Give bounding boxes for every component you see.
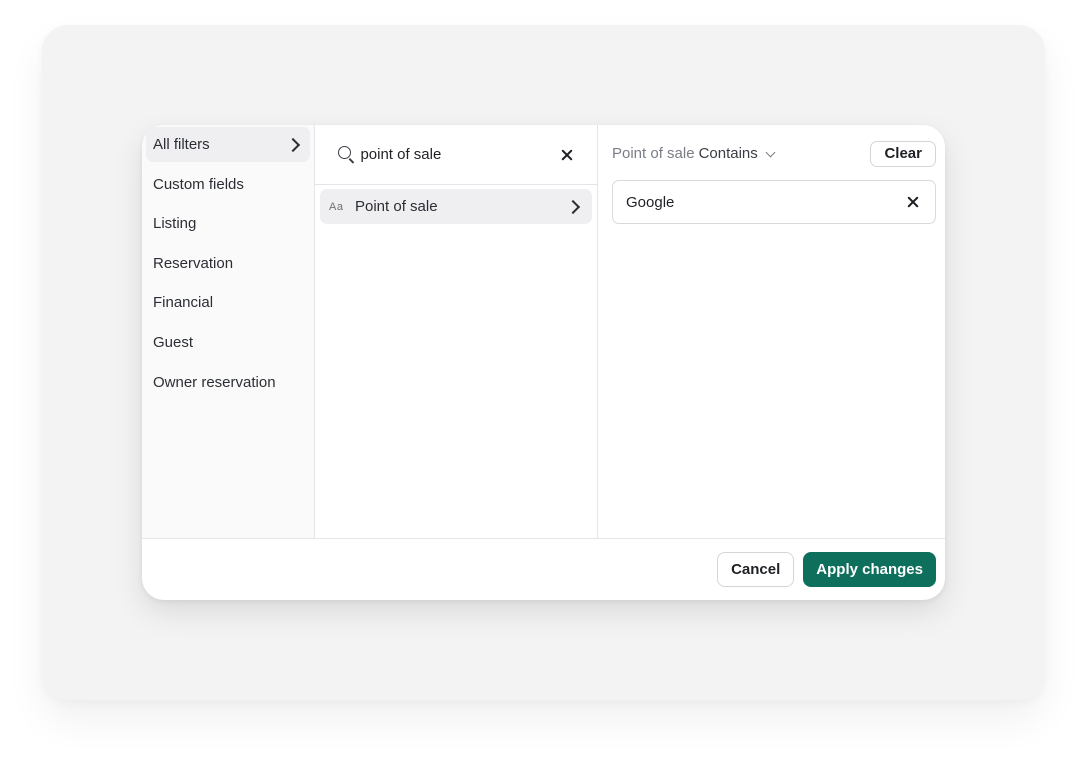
- field-list: Aa Point of sale: [315, 125, 598, 538]
- clear-button[interactable]: Clear: [870, 140, 936, 167]
- dialog-footer: Cancel Apply changes: [142, 539, 945, 600]
- apply-changes-button[interactable]: Apply changes: [803, 552, 936, 587]
- category-item-custom-fields[interactable]: Custom fields: [146, 167, 310, 202]
- close-icon[interactable]: [559, 147, 575, 163]
- chevron-right-icon: [285, 137, 301, 152]
- cancel-button[interactable]: Cancel: [717, 552, 795, 587]
- text-type-icon: Aa: [329, 200, 344, 213]
- category-item-financial[interactable]: Financial: [146, 285, 310, 320]
- chevron-right-icon: [565, 199, 581, 214]
- category-label: Listing: [153, 215, 197, 233]
- filter-columns: All filters Custom fields Listing Reserv…: [142, 125, 945, 539]
- condition-value: Google: [626, 193, 675, 211]
- category-label: Financial: [153, 294, 214, 312]
- condition-field-label: Point of sale: [612, 145, 695, 162]
- category-list: All filters Custom fields Listing Reserv…: [142, 125, 315, 538]
- field-item-point-of-sale[interactable]: Aa Point of sale: [320, 189, 592, 224]
- category-label: All filters: [153, 136, 210, 153]
- field-search-bar: [315, 125, 597, 185]
- operator-dropdown[interactable]: Contains: [699, 145, 758, 162]
- remove-value-icon[interactable]: [905, 194, 921, 210]
- condition-header: Point of sale Contains Clear: [612, 140, 936, 167]
- condition-panel: Point of sale Contains Clear Google: [598, 125, 945, 538]
- filter-dialog: All filters Custom fields Listing Reserv…: [142, 125, 945, 600]
- category-item-all-filters[interactable]: All filters: [146, 127, 310, 162]
- category-item-reservation[interactable]: Reservation: [146, 246, 310, 281]
- category-item-owner-reservation[interactable]: Owner reservation: [146, 365, 310, 400]
- category-item-listing[interactable]: Listing: [146, 206, 310, 241]
- category-label: Reservation: [153, 254, 234, 272]
- category-item-guest[interactable]: Guest: [146, 325, 310, 360]
- category-label: Custom fields: [153, 175, 244, 193]
- category-label: Guest: [153, 333, 194, 351]
- chevron-down-icon[interactable]: [765, 147, 776, 157]
- field-search-input[interactable]: [360, 146, 560, 163]
- search-icon: [337, 145, 356, 165]
- field-label: Point of sale: [355, 198, 438, 215]
- condition-value-field[interactable]: Google: [612, 180, 936, 224]
- category-label: Owner reservation: [153, 373, 276, 391]
